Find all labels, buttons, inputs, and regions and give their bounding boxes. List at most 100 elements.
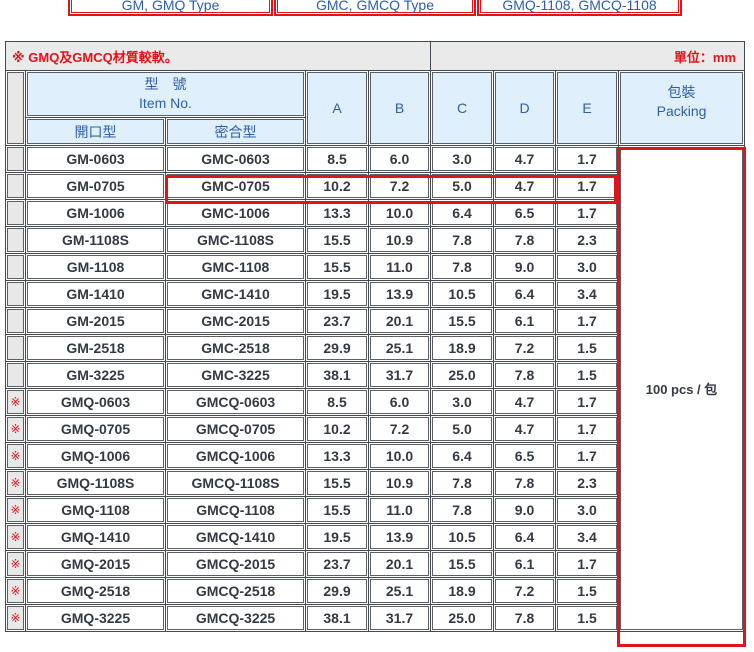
dim-b: 25.1: [367, 334, 432, 362]
open-type-model: GM-3225: [25, 361, 166, 389]
packing-zh: 包裝: [667, 84, 696, 100]
dim-a: 10.2: [305, 415, 369, 443]
closed-type-model: GMC-2518: [165, 334, 306, 362]
dim-d: 7.8: [493, 604, 557, 632]
dim-d: 6.5: [493, 199, 557, 227]
dim-d: 4.7: [493, 388, 557, 416]
dim-e: 1.5: [555, 577, 620, 605]
dim-e: 1.5: [555, 361, 620, 389]
table-title-row: ※ GMQ及GMCQ材質較軟。 單位：mm: [4, 41, 746, 71]
closed-type-model: GMCQ-1410: [165, 523, 306, 551]
dim-d: 7.8: [493, 469, 557, 497]
dim-a: 38.1: [305, 604, 369, 632]
dim-d: 4.7: [493, 415, 557, 443]
dim-c: 10.5: [430, 280, 495, 308]
dim-e: 1.7: [555, 145, 620, 173]
soft-material-mark: [5, 172, 26, 200]
type-tabs: GM, GMQ Type GMC, GMCQ Type GMQ-1108, GM…: [0, 0, 754, 20]
dim-d: 6.1: [493, 307, 557, 335]
dim-c: 25.0: [430, 361, 495, 389]
soft-material-mark: [5, 334, 26, 362]
open-type-model: GM-0705: [25, 172, 166, 200]
closed-type-model: GMCQ-0603: [165, 388, 306, 416]
tab-gmq-gmcq-1108[interactable]: GMQ-1108, GMCQ-1108: [477, 0, 682, 16]
table-row: GM-0603 GMC-0603 8.5 6.0 3.0 4.7 1.7 100 pcs / …: [5, 145, 746, 632]
dim-a: 29.9: [305, 334, 369, 362]
soft-material-mark: [5, 253, 26, 281]
dim-a: 10.2: [305, 172, 369, 200]
closed-type-model: GMCQ-2518: [165, 577, 306, 605]
dim-a: 15.5: [305, 469, 369, 497]
dim-d: 6.4: [493, 280, 557, 308]
dim-c: 5.0: [430, 415, 495, 443]
dim-d: 4.7: [493, 145, 557, 173]
dim-d: 9.0: [493, 496, 557, 524]
dim-c: 3.0: [430, 145, 495, 173]
dim-b: 11.0: [367, 253, 432, 281]
dim-b: 13.9: [367, 523, 432, 551]
soft-material-mark: ※: [5, 496, 26, 524]
dim-b: 13.9: [367, 280, 432, 308]
soft-material-mark: [5, 307, 26, 335]
closed-type-model: GMCQ-1006: [165, 442, 306, 470]
header-row: 型 號 Item No. A B C D E 包裝 Packing: [5, 70, 746, 146]
dim-b: 25.1: [367, 577, 432, 605]
dim-c: 7.8: [430, 496, 495, 524]
material-note: ※ GMQ及GMCQ材質較軟。: [4, 41, 432, 71]
dim-b: 10.0: [367, 199, 432, 227]
dim-d: 7.8: [493, 226, 557, 254]
dim-b: 7.2: [367, 415, 432, 443]
item-no-header: 型 號 Item No.: [25, 70, 306, 118]
col-header-d: D: [493, 70, 557, 146]
dim-e: 1.7: [555, 172, 620, 200]
open-type-model: GM-1108S: [25, 226, 166, 254]
open-type-model: GMQ-1108: [25, 496, 166, 524]
dim-e: 3.4: [555, 280, 620, 308]
closed-type-model: GMC-1108S: [165, 226, 306, 254]
dim-a: 15.5: [305, 226, 369, 254]
col-header-c: C: [430, 70, 495, 146]
dim-c: 7.8: [430, 253, 495, 281]
dim-e: 1.7: [555, 199, 620, 227]
soft-material-mark: ※: [5, 469, 26, 497]
open-type-model: GMQ-1108S: [25, 469, 166, 497]
dim-c: 18.9: [430, 577, 495, 605]
dim-a: 19.5: [305, 523, 369, 551]
open-type-model: GM-1006: [25, 199, 166, 227]
tab-gmc-gmcq[interactable]: GMC, GMCQ Type: [274, 0, 476, 16]
dim-a: 15.5: [305, 496, 369, 524]
dim-e: 1.7: [555, 388, 620, 416]
open-type-model: GM-2015: [25, 307, 166, 335]
dim-b: 10.9: [367, 469, 432, 497]
closed-type-model: GMCQ-1108S: [165, 469, 306, 497]
dim-e: 1.7: [555, 415, 620, 443]
soft-material-mark: [5, 361, 26, 389]
col-header-a: A: [305, 70, 369, 146]
dim-a: 23.7: [305, 307, 369, 335]
open-type-header: 開口型: [25, 117, 166, 146]
soft-material-mark: ※: [5, 415, 26, 443]
dim-c: 7.8: [430, 469, 495, 497]
tab-gm-gmq[interactable]: GM, GMQ Type: [68, 0, 273, 16]
soft-material-mark: [5, 145, 26, 173]
dim-e: 1.5: [555, 334, 620, 362]
dim-b: 10.9: [367, 226, 432, 254]
dim-b: 11.0: [367, 496, 432, 524]
dim-a: 15.5: [305, 253, 369, 281]
soft-material-mark: ※: [5, 577, 26, 605]
soft-material-mark: ※: [5, 388, 26, 416]
dim-b: 31.7: [367, 361, 432, 389]
col-header-b: B: [367, 70, 432, 146]
dim-e: 2.3: [555, 469, 620, 497]
dim-c: 5.0: [430, 172, 495, 200]
soft-material-mark: ※: [5, 550, 26, 578]
open-type-model: GMQ-0705: [25, 415, 166, 443]
dim-a: 23.7: [305, 550, 369, 578]
closed-type-header: 密合型: [165, 117, 306, 146]
open-type-model: GMQ-2518: [25, 577, 166, 605]
dim-c: 15.5: [430, 550, 495, 578]
dim-a: 13.3: [305, 199, 369, 227]
dim-c: 10.5: [430, 523, 495, 551]
dim-a: 8.5: [305, 388, 369, 416]
soft-material-mark: ※: [5, 604, 26, 632]
